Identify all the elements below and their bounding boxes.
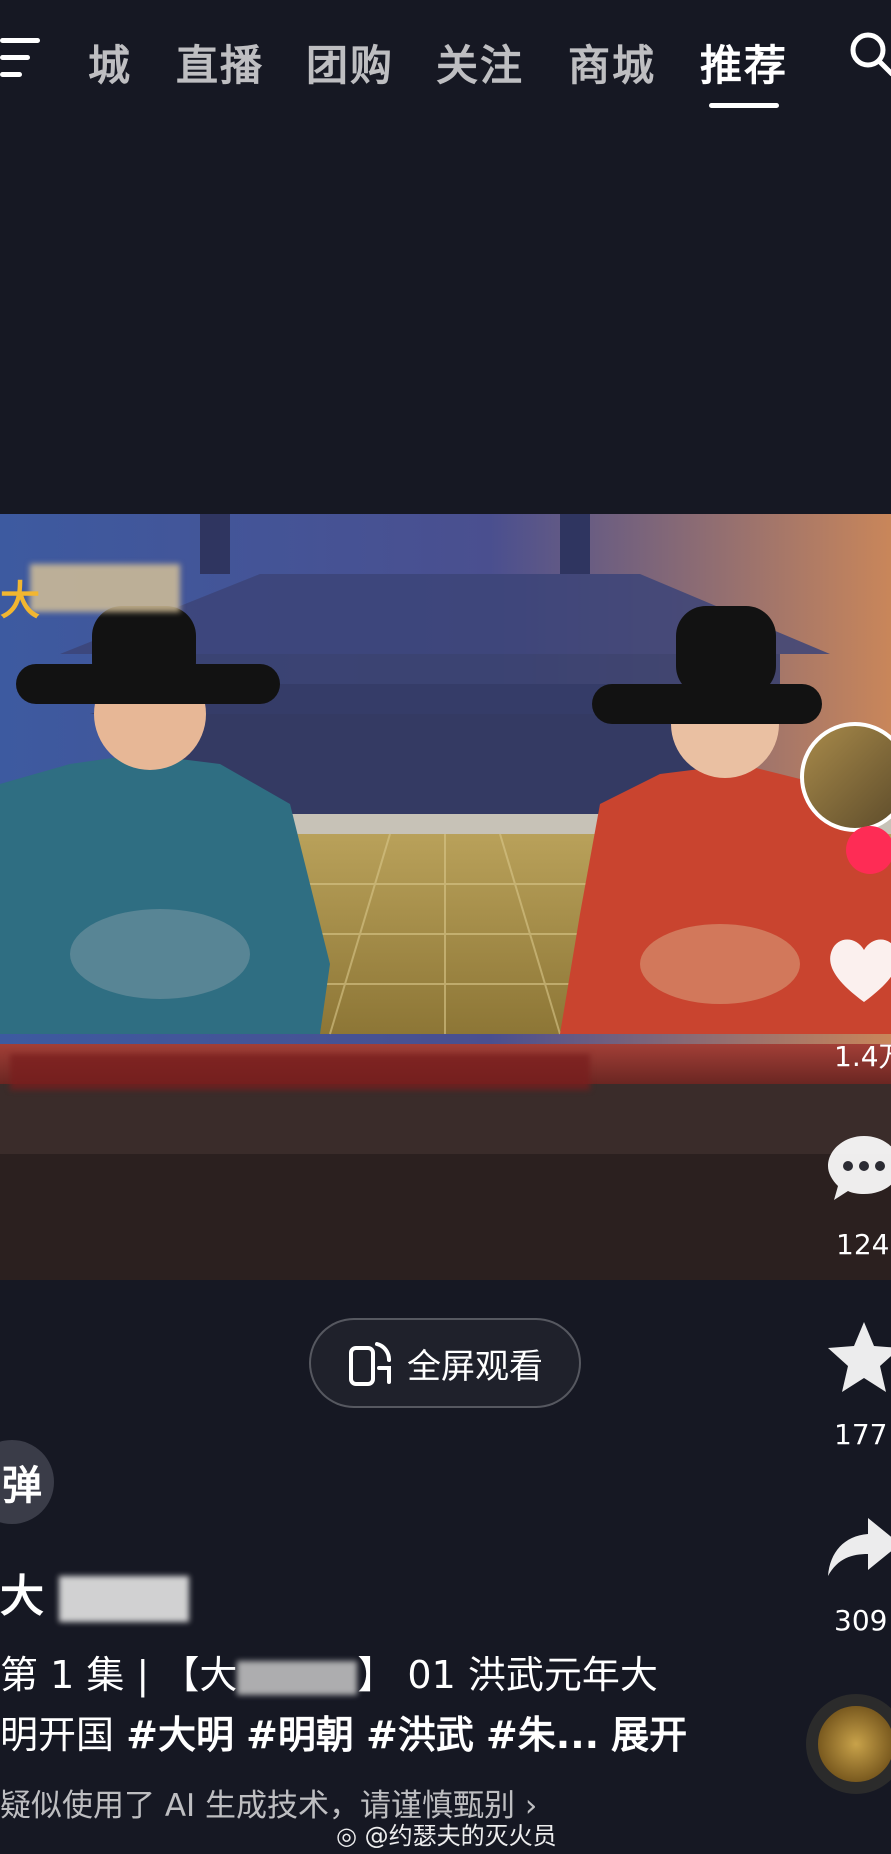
hashtag-mingchao[interactable]: #明朝 xyxy=(246,1713,354,1757)
comment-count: 124 xyxy=(836,1228,890,1261)
hashtag-zhu[interactable]: #朱... xyxy=(486,1713,599,1757)
tab-following[interactable]: 关注 xyxy=(436,32,524,93)
episode-title: 】 01 洪武元年大 xyxy=(357,1653,658,1697)
episode-label: 第 1 集 | xyxy=(0,1653,150,1697)
video-overlay-text: 大 xyxy=(0,578,40,624)
tab-mall[interactable]: 商城 xyxy=(568,32,656,93)
hashtag-hongwu[interactable]: #洪武 xyxy=(366,1713,474,1757)
share-count: 309 xyxy=(834,1604,888,1637)
follow-badge[interactable] xyxy=(846,826,891,874)
active-tab-indicator xyxy=(709,103,779,108)
blurred-title-segment xyxy=(59,1576,190,1622)
menu-icon[interactable] xyxy=(0,38,40,78)
favorite-count: 177 xyxy=(834,1418,888,1451)
tab-recommend[interactable]: 推荐 xyxy=(700,32,788,93)
video-player[interactable] xyxy=(0,514,891,1280)
author-name-chip[interactable]: 弹 xyxy=(0,1440,54,1524)
like-icon[interactable] xyxy=(824,930,891,1010)
tab-group-buy[interactable]: 团购 xyxy=(306,32,394,93)
expand-button[interactable]: 展开 xyxy=(611,1713,687,1757)
weibo-watermark: ◎ @约瑟夫的灭火员 xyxy=(336,1816,557,1851)
weibo-handle: @约瑟夫的灭火员 xyxy=(364,1822,557,1850)
video-title-text: 大 xyxy=(0,1571,44,1622)
top-navigation: 城 直播 团购 关注 商城 推荐 xyxy=(0,0,891,120)
search-icon[interactable] xyxy=(848,30,891,78)
weibo-logo-icon: ◎ xyxy=(336,1822,357,1850)
tab-live[interactable]: 直播 xyxy=(176,32,264,93)
rotate-screen-icon xyxy=(349,1342,391,1386)
author-glyph: 弹 xyxy=(2,1463,42,1509)
video-frame-illustration xyxy=(0,514,891,1280)
share-icon[interactable] xyxy=(824,1508,891,1588)
blurred-series-name xyxy=(237,1660,358,1695)
description-text: 明开国 xyxy=(0,1713,115,1757)
favorite-star-icon[interactable] xyxy=(824,1318,891,1398)
tab-mall-partial[interactable]: 城 xyxy=(88,32,132,93)
music-disc-icon[interactable] xyxy=(806,1694,891,1794)
fullscreen-label: 全屏观看 xyxy=(407,1346,543,1387)
video-title[interactable]: 大 xyxy=(0,1560,190,1624)
description-line-1: 第 1 集 | 【大 】 01 洪武元年大 xyxy=(0,1644,658,1699)
series-name-start: 【大 xyxy=(161,1653,238,1697)
blurred-channel-logo xyxy=(30,564,180,612)
fullscreen-button[interactable]: 全屏观看 xyxy=(309,1318,581,1408)
description-line-2: 明开国 #大明 #明朝 #洪武 #朱... 展开 xyxy=(0,1704,687,1759)
comment-icon[interactable] xyxy=(824,1128,891,1208)
blurred-caption-bar xyxy=(10,1054,590,1090)
like-count: 1.4万 xyxy=(834,1040,891,1073)
hashtag-daming[interactable]: #大明 xyxy=(126,1713,234,1757)
